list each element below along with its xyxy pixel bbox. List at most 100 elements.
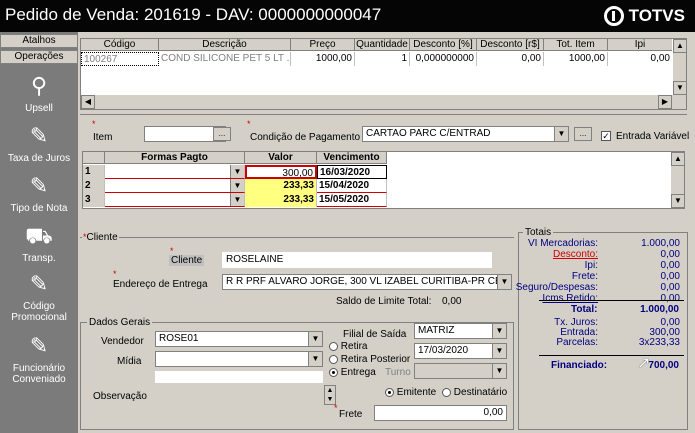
retira-posterior-option[interactable]: Retira Posterior xyxy=(329,354,410,365)
chevron-down-icon[interactable]: ▼ xyxy=(308,332,322,346)
col-valor[interactable]: Valor xyxy=(245,152,317,164)
cell-valor[interactable]: 300,00 xyxy=(245,165,317,179)
cell-quantidade[interactable]: 1 xyxy=(355,52,410,66)
filial-combo[interactable]: MATRIZ ▼ xyxy=(414,323,507,339)
sidebar-item-codigo-promocional[interactable]: ✎ Código Promocional xyxy=(0,270,78,323)
sidebar-item-tipo-nota[interactable]: ✎ Tipo de Nota xyxy=(0,172,78,214)
chevron-down-icon[interactable]: ▼ xyxy=(492,344,506,358)
col-codigo[interactable]: Código xyxy=(81,39,159,51)
scroll-right-button[interactable]: ▶ xyxy=(658,95,672,109)
chevron-down-icon[interactable]: ▼ xyxy=(554,127,568,141)
tot-mercadorias-label: VI Mercadorias: xyxy=(527,238,598,249)
chevron-down-icon[interactable]: ▼ xyxy=(497,275,511,289)
cell-valor[interactable]: 233,33 xyxy=(245,179,317,193)
emitente-option[interactable]: Emitente xyxy=(385,387,436,398)
col-desconto-rs[interactable]: Desconto [r$] xyxy=(477,39,544,51)
col-quantidade[interactable]: Quantidade xyxy=(355,39,410,51)
row-number: 3 xyxy=(83,193,105,207)
turno-combo[interactable]: ▼ xyxy=(414,363,507,379)
item-lookup-button[interactable]: ... xyxy=(213,127,231,141)
cell-vencimento[interactable]: 15/04/2020 xyxy=(317,179,387,193)
tab-operacoes[interactable]: Operações xyxy=(0,50,78,64)
emitente-radio[interactable] xyxy=(385,387,394,397)
forms-vscroll[interactable]: ▲ ▼ xyxy=(670,152,685,208)
sidebar-item-funcionario[interactable]: ✎ Funcionário Conveniado xyxy=(0,332,78,385)
cell-tot-item[interactable]: 1000,00 xyxy=(544,52,608,66)
sidebar-item-label: Transp. xyxy=(22,253,56,264)
midia-extra-field[interactable] xyxy=(155,371,323,383)
tot-icms-label[interactable]: Icms Retido: xyxy=(542,293,598,304)
col-tot-item[interactable]: Tot. Item xyxy=(544,39,608,51)
col-preco[interactable]: Preço xyxy=(291,39,355,51)
cell-descricao[interactable]: COND SILICONE PET 5 LT ... xyxy=(159,52,291,66)
table-row[interactable]: 3 ▼ 233,33 15/05/2020 xyxy=(83,193,387,207)
scroll-down-button[interactable]: ▼ xyxy=(671,194,685,208)
cell-preco[interactable]: 1000,00 xyxy=(291,52,355,66)
scroll-up-button[interactable]: ▲ xyxy=(671,152,685,166)
entrega-option[interactable]: Entrega xyxy=(329,367,376,378)
cliente-field[interactable]: ROSELAINE xyxy=(222,252,492,268)
retira-option[interactable]: Retira xyxy=(329,341,367,352)
cell-forma[interactable]: ▼ xyxy=(105,193,245,207)
table-row[interactable]: 2 ▼ 233,33 15/04/2020 xyxy=(83,179,387,193)
col-vencimento[interactable]: Vencimento xyxy=(317,152,387,164)
items-grid[interactable]: Código Descrição Preço Quantidade Descon… xyxy=(80,38,687,110)
cell-vencimento[interactable]: 16/03/2020 xyxy=(317,165,387,179)
turno-label: Turno xyxy=(385,367,411,378)
scroll-left-button[interactable]: ◀ xyxy=(81,95,95,109)
cliente-label[interactable]: Cliente xyxy=(169,255,205,266)
sidebar-item-upsell[interactable]: ⚲ Upsell xyxy=(0,72,78,114)
midia-combo[interactable]: ▼ xyxy=(155,351,323,367)
chevron-down-icon[interactable]: ▼ xyxy=(308,352,322,366)
entrada-variavel-checkbox[interactable]: ✓ xyxy=(601,131,611,141)
tab-atalhos[interactable]: Atalhos xyxy=(0,34,78,48)
sidebar-item-transp[interactable]: ⛟ Transp. xyxy=(0,222,78,264)
cell-vencimento[interactable]: 15/05/2020 xyxy=(317,193,387,207)
endereco-combo[interactable]: R R PRF ALVARO JORGE, 300 VL IZABEL CURI… xyxy=(222,274,512,290)
retira-posterior-radio[interactable] xyxy=(329,354,338,364)
chevron-down-icon[interactable]: ▼ xyxy=(230,179,244,192)
chevron-down-icon[interactable]: ▼ xyxy=(492,324,506,338)
chevron-down-icon[interactable]: ▼ xyxy=(230,193,244,206)
sidebar-item-label: Funcionário Conveniado xyxy=(12,363,66,385)
payment-combo[interactable]: CARTAO PARC C/ENTRAD ▼ xyxy=(362,126,569,142)
items-vscroll[interactable]: ▲ ▼ xyxy=(672,39,687,95)
scroll-down-button[interactable]: ▼ xyxy=(673,81,687,95)
midia-label: Mídia xyxy=(117,356,142,367)
cell-valor[interactable]: 233,33 xyxy=(245,193,317,207)
cell-forma[interactable]: ▼ xyxy=(105,179,245,193)
cell-desconto-pct[interactable]: 0,000000000 xyxy=(410,52,477,66)
sidebar-item-taxa-juros[interactable]: ✎ Taxa de Juros xyxy=(0,122,78,164)
table-row[interactable]: 1 ▼ 300,00 16/03/2020 xyxy=(83,165,387,179)
observacao-spinner[interactable]: ▲ ▼ xyxy=(324,385,336,405)
totais-divider-2 xyxy=(539,355,684,356)
totais-list-2: Tx. Juros: 0,00 Entrada: 300,00 Parcelas: 3… xyxy=(525,317,680,353)
date-picker[interactable]: 17/03/2020 ▼ xyxy=(414,343,507,359)
frete-input[interactable]: 0,00 xyxy=(374,405,507,421)
col-descricao[interactable]: Descrição xyxy=(159,39,291,51)
tot-desconto-label[interactable]: Desconto: xyxy=(553,249,598,260)
items-hscroll[interactable]: ◀ ▶ xyxy=(81,95,686,109)
tot-parcelas-label: Parcelas: xyxy=(556,337,598,348)
chevron-down-icon[interactable]: ▼ xyxy=(492,364,506,378)
table-row[interactable]: 100267 COND SILICONE PET 5 LT ... 1000,0… xyxy=(81,52,673,66)
destinatario-option[interactable]: Destinatário xyxy=(442,387,507,398)
tot-frete-value: 0,00 xyxy=(660,271,680,282)
col-formas[interactable]: Formas Pagto xyxy=(105,152,245,164)
retira-radio[interactable] xyxy=(329,341,338,351)
payment-lookup-button[interactable]: ... xyxy=(574,127,592,141)
tot-parcelas-value: 3x233,33 xyxy=(638,337,680,348)
scroll-up-button[interactable]: ▲ xyxy=(673,39,687,53)
chevron-down-icon[interactable]: ▼ xyxy=(230,165,244,178)
col-ipi[interactable]: Ipi xyxy=(608,39,673,51)
entrega-radio[interactable] xyxy=(329,367,338,377)
cell-desconto-rs[interactable]: 0,00 xyxy=(477,52,544,66)
percent-doc-icon: ✎ xyxy=(29,123,49,148)
vendedor-combo[interactable]: ROSE01 ▼ xyxy=(155,331,323,347)
destinatario-radio[interactable] xyxy=(442,387,451,397)
forms-grid[interactable]: Formas Pagto Valor Vencimento 1 ▼ 300,00… xyxy=(82,151,685,209)
col-desconto-pct[interactable]: Desconto [%] xyxy=(410,39,477,51)
cell-ipi[interactable]: 0,00 xyxy=(608,52,673,66)
cell-codigo[interactable]: 100267 xyxy=(81,52,159,66)
cell-forma[interactable]: ▼ xyxy=(105,165,245,179)
